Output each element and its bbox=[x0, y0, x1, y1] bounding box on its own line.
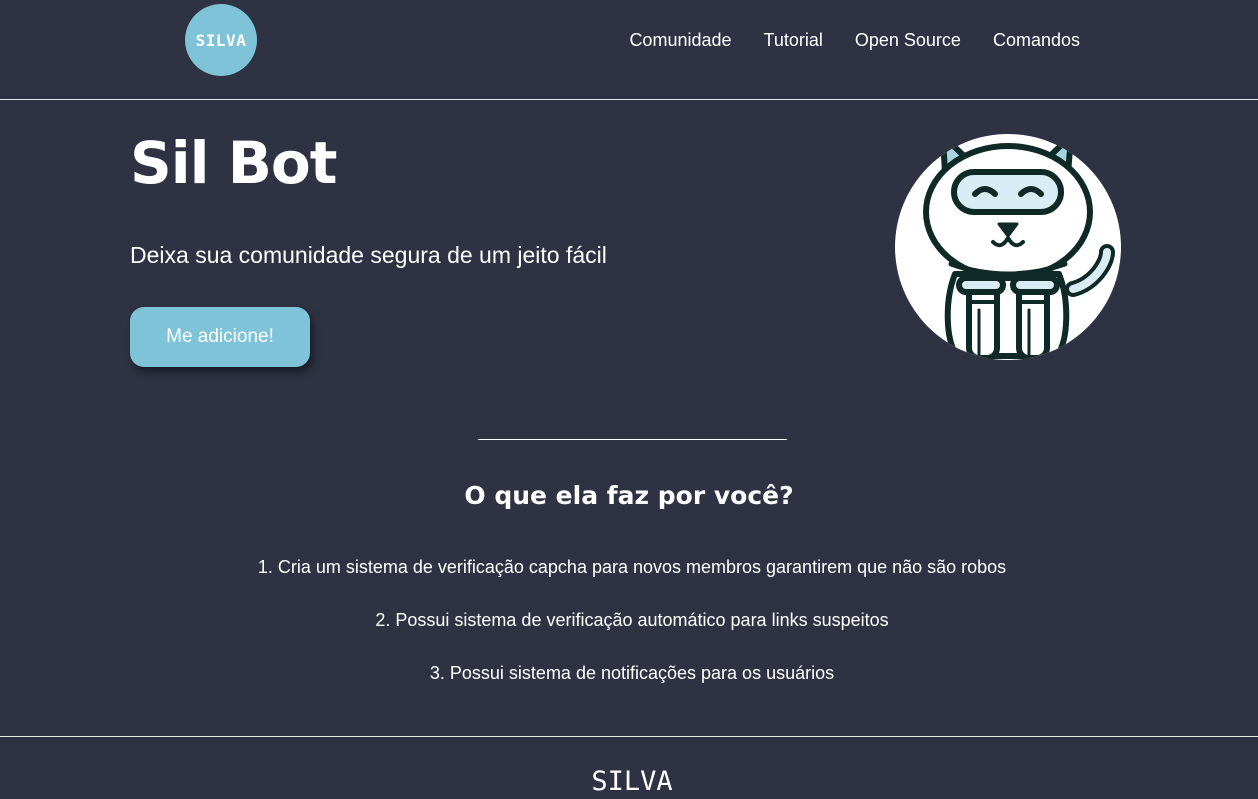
nav-link-comunidade[interactable]: Comunidade bbox=[629, 28, 731, 52]
feature-list: 1. Cria um sistema de verificação capcha… bbox=[0, 555, 1258, 714]
hero-title: Sil Bot bbox=[130, 129, 338, 197]
features-title: O que ela faz por você? bbox=[464, 481, 794, 510]
footer-brand: SILVA bbox=[591, 766, 673, 797]
nav-link-comandos[interactable]: Comandos bbox=[993, 28, 1080, 52]
nav-link-tutorial[interactable]: Tutorial bbox=[764, 28, 823, 52]
main-nav: Comunidade Tutorial Open Source Comandos bbox=[629, 28, 1080, 52]
feature-item: 1. Cria um sistema de verificação capcha… bbox=[257, 557, 1007, 577]
section-divider bbox=[478, 439, 787, 440]
logo[interactable]: SILVA bbox=[185, 4, 257, 76]
hero-subtitle: Deixa sua comunidade segura de um jeito … bbox=[130, 242, 607, 268]
robot-cat-illustration bbox=[923, 134, 1115, 360]
robot-cat-icon bbox=[895, 134, 1121, 360]
add-bot-button[interactable]: Me adicione! bbox=[130, 307, 310, 367]
feature-item: 3. Possui sistema de notificações para o… bbox=[429, 663, 835, 683]
nav-link-open-source[interactable]: Open Source bbox=[855, 28, 961, 52]
site-header: SILVA Comunidade Tutorial Open Source Co… bbox=[0, 0, 1258, 100]
site-footer: SILVA bbox=[0, 736, 1258, 799]
feature-item: 2. Possui sistema de verificação automát… bbox=[375, 610, 889, 630]
